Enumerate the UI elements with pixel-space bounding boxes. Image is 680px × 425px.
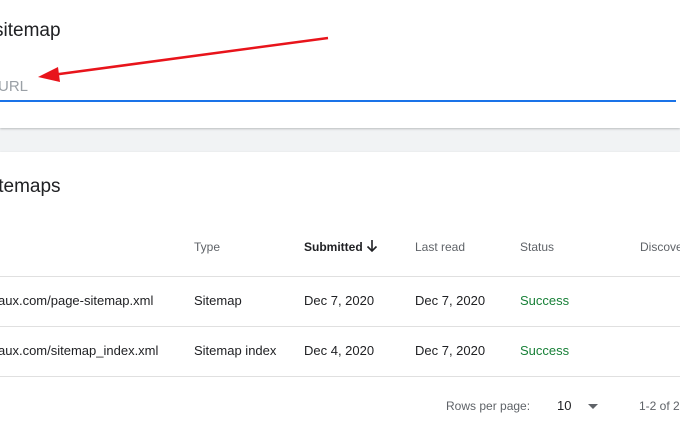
add-sitemap-title: sitemap: [0, 20, 61, 41]
column-header-last-read[interactable]: Last read: [415, 240, 465, 254]
caret-down-icon: [588, 404, 598, 409]
rows-per-page-select[interactable]: 10: [555, 397, 605, 415]
sitemap-submitted: Dec 7, 2020: [304, 293, 375, 308]
row-divider: [0, 376, 680, 377]
status-badge: Success: [520, 293, 570, 308]
column-header-status[interactable]: Status: [520, 240, 554, 254]
sitemap-submitted: Dec 4, 2020: [304, 343, 375, 358]
add-sitemap-card: sitemap: [0, 0, 680, 128]
rows-per-page-label: Rows per page:: [446, 399, 531, 413]
sort-descending-icon[interactable]: [365, 238, 379, 254]
pagination-range: 1-2 of 2: [639, 399, 680, 413]
sitemap-last-read: Dec 7, 2020: [415, 343, 486, 358]
sitemap-type: Sitemap: [194, 293, 242, 308]
column-header-submitted[interactable]: Submitted: [304, 240, 363, 254]
sitemap-type: Sitemap index: [194, 343, 277, 358]
sitemap-url: aux.com/sitemap_index.xml: [0, 343, 159, 358]
sitemap-last-read: Dec 7, 2020: [415, 293, 486, 308]
column-header-type[interactable]: Type: [194, 240, 220, 254]
column-header-discovered[interactable]: Discove: [640, 240, 680, 254]
sitemap-url-input[interactable]: [0, 72, 676, 102]
sitemap-url: aux.com/page-sitemap.xml: [0, 293, 154, 308]
status-badge: Success: [520, 343, 570, 358]
submitted-sitemaps-card: itemaps Type Submitted Last read Status …: [0, 152, 680, 425]
row-divider: [0, 276, 680, 277]
annotation-arrow-icon: [38, 36, 329, 82]
rows-per-page-value: 10: [557, 398, 572, 413]
row-divider: [0, 326, 680, 327]
submitted-sitemaps-title: itemaps: [0, 176, 61, 197]
